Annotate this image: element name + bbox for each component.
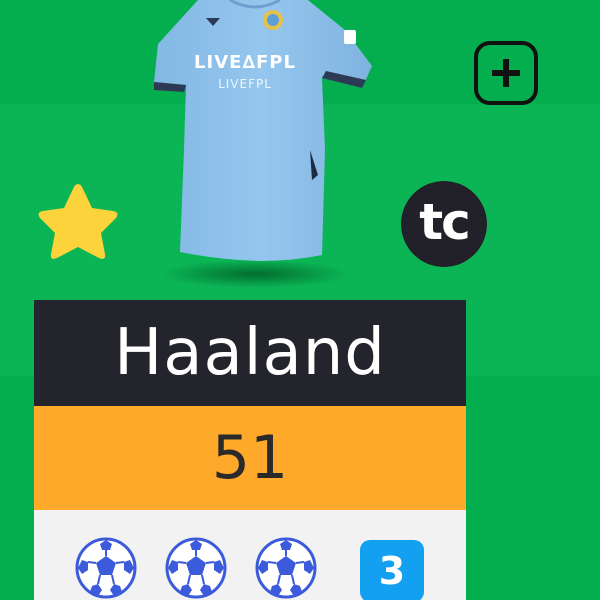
player-stats: 3 [34, 510, 466, 600]
star-icon[interactable] [28, 180, 128, 272]
plus-icon [492, 59, 520, 87]
player-shirt[interactable]: LIVE∆FPL LIVEFPL [140, 0, 380, 290]
captain-badge: tc [401, 181, 487, 267]
player-name: Haaland [34, 300, 466, 406]
player-card[interactable]: Haaland 51 3 [34, 300, 466, 600]
shirt-sponsor-text: LIVE∆FPL [194, 52, 296, 73]
shirt-sponsor-subtext: LIVEFPL [218, 77, 272, 91]
player-points: 51 [34, 406, 466, 510]
add-player-button[interactable] [474, 41, 538, 105]
goals-count-badge: 3 [360, 540, 424, 600]
football-icon [254, 536, 318, 600]
football-icon [74, 536, 138, 600]
football-icon [164, 536, 228, 600]
